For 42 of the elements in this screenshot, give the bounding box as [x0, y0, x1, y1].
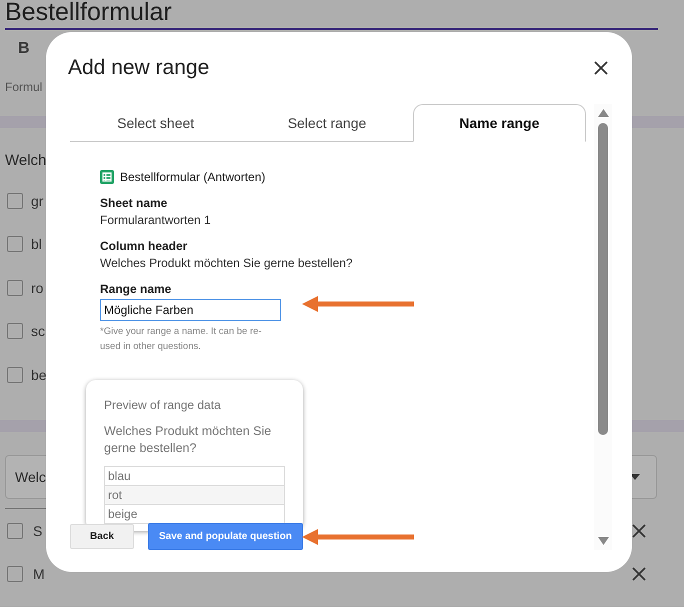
spreadsheet-name: Bestellformular (Antworten) — [120, 170, 266, 184]
form-title: Bestellformular — [5, 0, 172, 26]
field-label: Column header — [100, 239, 188, 253]
checkbox[interactable] — [7, 366, 23, 383]
preview-question: Welches Produkt möchten Sie gerne bestellen? — [104, 423, 272, 457]
close-icon[interactable] — [632, 524, 646, 538]
range-name-field[interactable]: Mögliche Farben — [100, 299, 281, 321]
checkbox[interactable] — [7, 522, 23, 538]
checkbox[interactable] — [7, 566, 23, 582]
option-label: be — [31, 366, 47, 383]
checkbox[interactable] — [7, 192, 23, 209]
checkbox[interactable] — [7, 236, 23, 252]
table-cell-text: blau — [107, 468, 132, 485]
scroll-down-icon[interactable] — [598, 537, 608, 545]
spreadsheet-icon — [100, 170, 114, 184]
question-title: Welch — [5, 152, 46, 169]
option-label: ro — [31, 280, 44, 296]
tab[interactable]: Select range — [241, 104, 413, 142]
tab[interactable]: Select sheet — [70, 104, 242, 142]
checkbox[interactable] — [7, 280, 23, 296]
scrollbar[interactable] — [594, 104, 612, 550]
field-label: Sheet name — [100, 196, 168, 210]
option-label: S — [33, 522, 42, 538]
field-value: Welches Produkt möchten Sie gerne bestellen? — [100, 256, 353, 270]
caret-icon — [630, 474, 640, 480]
section-label: B — [18, 40, 30, 58]
close-icon[interactable] — [632, 566, 646, 580]
field-value: Formularantworten 1 — [100, 213, 211, 227]
option-label: M — [33, 566, 45, 582]
back-button[interactable]: Back — [70, 524, 134, 549]
checkbox[interactable] — [7, 323, 23, 340]
option-label: sc — [31, 323, 45, 340]
close-icon[interactable] — [594, 61, 608, 75]
section-text: Formul — [5, 80, 42, 94]
table-cell: rot — [105, 485, 284, 504]
option-label: bl — [31, 236, 42, 252]
preview-title: Preview of range data — [104, 398, 222, 412]
option-label: gr — [31, 192, 44, 209]
tab[interactable]: Name range — [412, 104, 586, 142]
hint-text: *Give your range a name. It can be re-used in other questions. — [100, 325, 263, 354]
dialog-title: Add new range — [68, 56, 210, 80]
field-label: Range name — [100, 282, 172, 296]
